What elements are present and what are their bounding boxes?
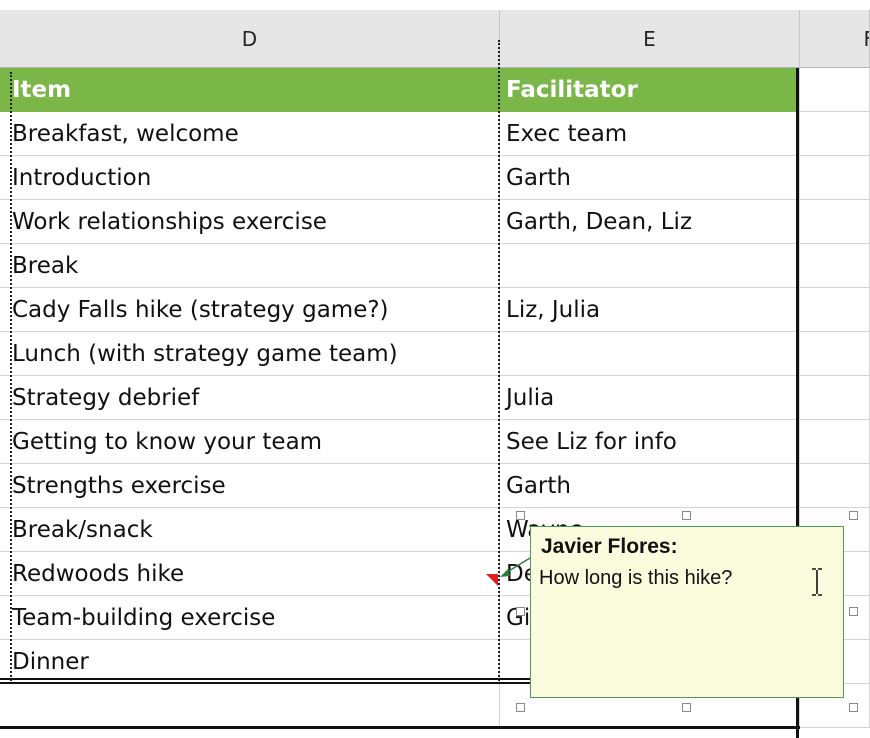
cell-item[interactable]: Breakfast, welcome <box>0 112 500 156</box>
cell-item[interactable]: Break <box>0 244 500 288</box>
spreadsheet: D E F Item Facilitator Breakfast, welcom… <box>0 0 870 738</box>
comment-text[interactable]: How long is this hike? <box>539 567 732 590</box>
cell-facilitator[interactable]: Garth <box>500 156 800 200</box>
resize-handle[interactable] <box>516 511 525 520</box>
cell-item[interactable]: Lunch (with strategy game team) <box>0 332 500 376</box>
table-row: Introduction Garth <box>0 156 870 200</box>
column-headers: D E F <box>0 0 870 68</box>
cell-item[interactable]: Work relationships exercise <box>0 200 500 244</box>
resize-handle[interactable] <box>849 607 858 616</box>
cell-facilitator[interactable] <box>500 244 800 288</box>
resize-handle[interactable] <box>516 607 525 616</box>
copy-marquee-divider <box>498 40 500 684</box>
resize-handle[interactable] <box>682 511 691 520</box>
table-row: Strategy debrief Julia <box>0 376 870 420</box>
comment-author: Javier Flores: <box>541 535 678 558</box>
resize-handle[interactable] <box>682 703 691 712</box>
cell-header-item[interactable]: Item <box>0 68 500 112</box>
cell-facilitator[interactable]: Julia <box>500 376 800 420</box>
copy-marquee-left <box>10 72 12 684</box>
column-header-e-label: E <box>643 26 656 51</box>
cell-f[interactable] <box>800 376 870 420</box>
cell-f[interactable] <box>800 200 870 244</box>
cell-item[interactable]: Strategy debrief <box>0 376 500 420</box>
cell-f[interactable] <box>800 288 870 332</box>
resize-handle[interactable] <box>849 511 858 520</box>
cell-f[interactable] <box>800 244 870 288</box>
table-row: Breakfast, welcome Exec team <box>0 112 870 156</box>
cell-item[interactable]: Team-building exercise <box>0 596 500 640</box>
cell-item[interactable]: Break/snack <box>0 508 500 552</box>
cell-item[interactable]: Introduction <box>0 156 500 200</box>
comment-indicator-icon[interactable] <box>486 574 498 586</box>
cell-facilitator[interactable]: Exec team <box>500 112 800 156</box>
table-row: Lunch (with strategy game team) <box>0 332 870 376</box>
cell-facilitator[interactable]: See Liz for info <box>500 420 800 464</box>
column-header-d-label: D <box>241 26 258 51</box>
cell-item[interactable]: Cady Falls hike (strategy game?) <box>0 288 500 332</box>
comment-connector-arrow-icon <box>500 557 531 577</box>
cell-f[interactable] <box>800 420 870 464</box>
table-row: Getting to know your team See Liz for in… <box>0 420 870 464</box>
cell-f[interactable] <box>800 156 870 200</box>
table-border-bottom <box>0 726 800 729</box>
cell-facilitator[interactable]: Garth <box>500 464 800 508</box>
cell-item[interactable]: Redwoods hike <box>0 552 500 596</box>
cell-item[interactable]: Getting to know your team <box>0 420 500 464</box>
text-cursor-icon <box>812 568 822 596</box>
cell-f[interactable] <box>800 464 870 508</box>
cell-f[interactable] <box>800 112 870 156</box>
column-header-d[interactable]: D <box>0 10 500 68</box>
cell-item[interactable]: Strengths exercise <box>0 464 500 508</box>
resize-handle[interactable] <box>849 703 858 712</box>
cell-f[interactable] <box>800 68 870 112</box>
cell-facilitator[interactable] <box>500 332 800 376</box>
table-row: Strengths exercise Garth <box>0 464 870 508</box>
table-row: Work relationships exercise Garth, Dean,… <box>0 200 870 244</box>
table-row: Cady Falls hike (strategy game?) Liz, Ju… <box>0 288 870 332</box>
cell-facilitator[interactable]: Garth, Dean, Liz <box>500 200 800 244</box>
resize-handle[interactable] <box>516 703 525 712</box>
cell-facilitator[interactable]: Liz, Julia <box>500 288 800 332</box>
cell-empty[interactable] <box>0 684 500 728</box>
cell-f[interactable] <box>800 332 870 376</box>
comment-box[interactable]: Javier Flores: How long is this hike? <box>530 526 844 698</box>
header-row: Item Facilitator <box>0 68 870 112</box>
column-header-f[interactable]: F <box>800 10 870 68</box>
table-row: Break <box>0 244 870 288</box>
column-header-f-label: F <box>863 27 869 51</box>
column-header-e[interactable]: E <box>500 10 800 68</box>
cell-header-facilitator[interactable]: Facilitator <box>500 68 800 112</box>
